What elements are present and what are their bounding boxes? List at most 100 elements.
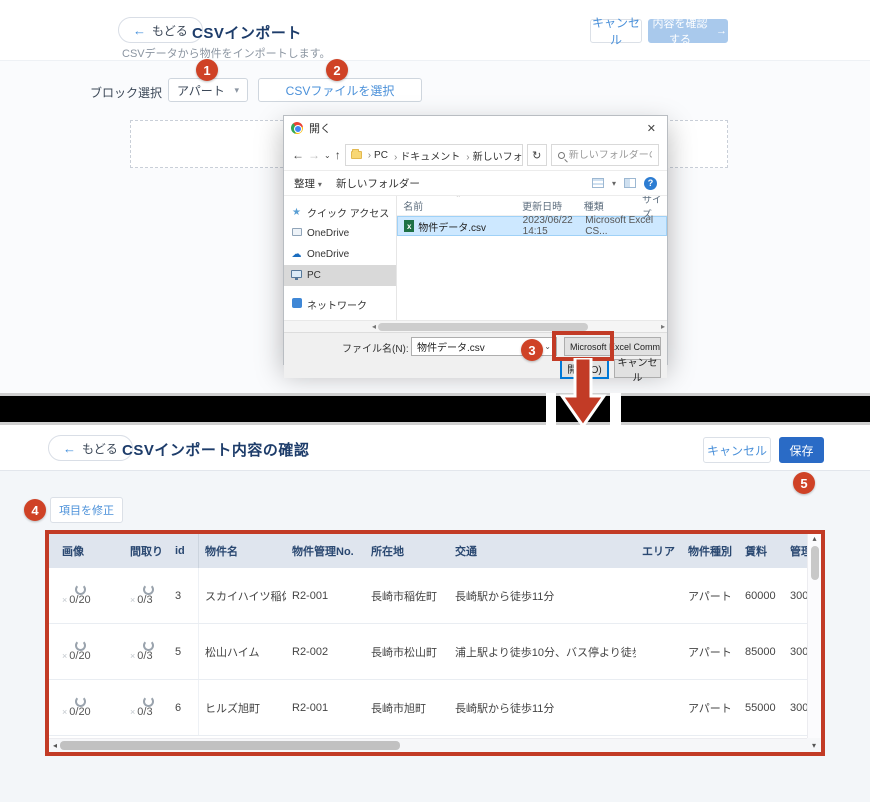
table-vertical-scrollbar[interactable]: ▴ [807,534,821,738]
cell-rent: 60000 [739,568,784,623]
back-button[interactable]: ← もどる [48,435,133,461]
view-mode-icon[interactable] [592,178,604,188]
confirm-button-label: 内容を確認する [649,15,711,47]
madori-upload-counter: ×0/3 [130,698,153,718]
spinner-icon [75,640,86,651]
scroll-left-icon[interactable]: ◂ [53,741,57,750]
column-header-size[interactable]: サイズ [636,196,667,221]
onedrive-icon [291,228,302,239]
cell-id: 5 [169,624,199,679]
column-header-type[interactable]: 種類 [578,198,636,213]
help-icon[interactable]: ? [644,177,657,190]
sidebar-item-label: OneDrive [307,249,349,260]
file-row-selected[interactable]: 物件データ.csv 2023/06/22 14:15 Microsoft Exc… [397,216,667,236]
csv-file-select-button[interactable]: CSVファイルを選択 [258,78,422,102]
sidebar-item-label: クイック アクセス [307,205,389,220]
sidebar-item-pc[interactable]: PC [284,265,396,286]
star-icon: ★ [291,208,302,218]
sidebar-item-label: PC [307,270,321,281]
preview-pane-icon[interactable] [624,178,636,188]
page-title: CSVインポート [192,22,302,43]
upload-count: 0/20 [69,706,90,718]
sidebar-item-network[interactable]: ネットワーク [284,294,396,315]
nav-forward-icon[interactable]: → [308,148,320,162]
step-badge-5: 5 [793,472,815,494]
dialog-titlebar[interactable]: 開く ✕ [284,116,667,140]
cell-name: スカイハイツ稲佐 [199,568,286,623]
sidebar-item-onedrive[interactable]: ☁ OneDrive [284,244,396,265]
dialog-sidebar: ★ クイック アクセス OneDrive ☁ OneDrive PC [284,196,397,320]
cancel-button[interactable]: キャンセル [703,437,771,463]
x-icon: × [62,595,67,605]
csv-confirm-screen: ← もどる CSVインポート内容の確認 キャンセル 保存 項目を修正 画像 間取… [0,425,870,802]
scroll-up-icon[interactable]: ▴ [812,534,816,543]
spinner-icon [143,696,154,707]
back-button-label: もどる [152,22,188,39]
confirm-button[interactable]: 内容を確認する → [648,19,728,43]
scrollbar-thumb[interactable] [60,741,400,750]
cell-address: 長崎市稲佐町 [365,568,449,623]
sidebar-item-quick-access[interactable]: ★ クイック アクセス [284,202,396,223]
fix-items-button[interactable]: 項目を修正 [50,497,123,523]
cell-access: 長崎駅から徒歩11分 [449,680,636,735]
folder-icon [351,151,362,159]
block-select-dropdown[interactable]: アパート ▾ [168,78,248,102]
organize-menu[interactable]: 整理 ▾ [294,176,322,191]
save-button[interactable]: 保存 [779,437,824,463]
cell-type: アパート [682,568,739,623]
cell-area [636,568,682,623]
cell-name: 松山ハイム [199,624,286,679]
excel-file-icon [404,220,414,232]
address-breadcrumb[interactable]: PC ドキュメント 新しいフォルダー ⌄ [345,144,523,166]
toolbar-right: ▾ ? [592,177,657,190]
refresh-button[interactable]: ↻ [527,144,547,166]
dialog-cancel-button[interactable]: キャンセル [614,359,661,378]
cell-id: 3 [169,568,199,623]
search-input[interactable] [569,150,652,161]
filename-value: 物件データ.csv [417,339,485,354]
scroll-down-icon[interactable]: ▾ [807,738,821,752]
col-madori: 間取り [124,534,169,568]
cell-mgmt-no: R2-001 [286,568,365,623]
new-folder-button[interactable]: 新しいフォルダー [336,176,420,191]
breadcrumb-segment[interactable]: ドキュメント [391,148,460,163]
cell-area [636,624,682,679]
search-box[interactable] [551,144,659,166]
view-mode-caret-icon[interactable]: ▾ [612,179,616,188]
organize-label: 整理 [294,178,315,190]
nav-up-icon[interactable]: ↑ [335,148,341,162]
spinner-icon [75,696,86,707]
scrollbar-thumb[interactable] [378,323,588,331]
filename-caret-icon: ⌄ [544,342,551,351]
back-button-label: もどる [82,440,118,457]
sidebar-item-onedrive-personal[interactable]: OneDrive [284,223,396,244]
back-button[interactable]: ← もどる [118,17,203,43]
breadcrumb-segment[interactable]: PC [365,150,388,161]
nav-history-chevron-icon[interactable]: ⌄ [324,151,331,160]
breadcrumb-segment[interactable]: 新しいフォルダー [463,148,522,163]
file-date: 2023/06/22 14:15 [523,215,586,237]
col-address: 所在地 [365,534,449,568]
block-select-value: アパート [177,82,225,99]
pc-icon [291,270,302,281]
upload-count: 0/3 [137,594,152,606]
column-header-name[interactable]: 名前 ˆ [397,198,516,213]
table-row: ×0/20 ×0/3 3 スカイハイツ稲佐 R2-001 長崎市稲佐町 長崎駅か… [49,568,821,624]
cancel-button[interactable]: キャンセル [590,19,642,43]
step-badge-4: 4 [24,499,46,521]
scrollbar-thumb[interactable] [811,546,819,580]
col-mgmt-no: 物件管理No. [286,534,365,568]
filename-label: ファイル名(N): [342,340,409,355]
scroll-right-icon[interactable]: ▸ [661,322,665,331]
scroll-left-icon[interactable]: ◂ [372,322,376,331]
column-header-date[interactable]: 更新日時 [516,198,578,213]
x-icon: × [130,707,135,717]
refresh-icon: ↻ [532,149,541,162]
close-icon[interactable]: ✕ [643,122,660,135]
dialog-title: 開く [309,120,331,136]
table-horizontal-scrollbar[interactable]: ◂ ▸ [49,738,821,752]
col-image: 画像 [49,534,124,568]
nav-back-icon[interactable]: ← [292,148,304,162]
back-arrow-icon: ← [63,442,76,455]
upload-count: 0/3 [137,650,152,662]
